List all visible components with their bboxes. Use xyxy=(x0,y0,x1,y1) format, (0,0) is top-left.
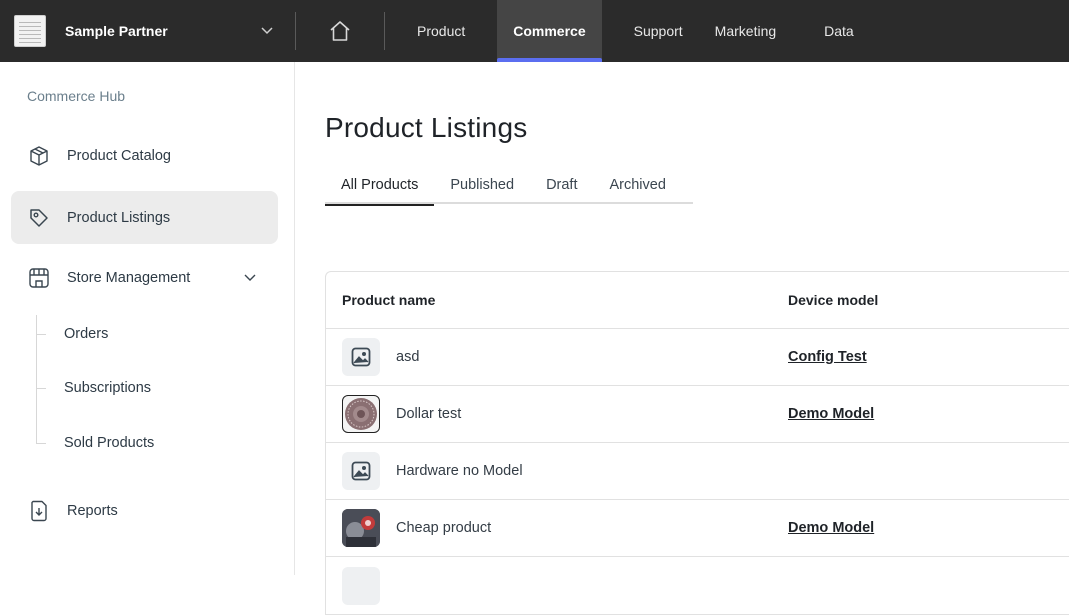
device-model-link[interactable]: Demo Model xyxy=(788,520,874,536)
sidebar: Commerce Hub Product Catalog Product Lis… xyxy=(0,62,295,575)
nav-data[interactable]: Data xyxy=(800,0,870,62)
tab-archived[interactable]: Archived xyxy=(593,177,681,204)
tab-published[interactable]: Published xyxy=(434,177,530,204)
placeholder-image-icon xyxy=(342,452,380,490)
product-thumbnail xyxy=(342,395,380,433)
tab-all-products[interactable]: All Products xyxy=(325,177,435,206)
product-name: Cheap product xyxy=(396,520,492,536)
store-icon xyxy=(27,266,51,290)
box-icon xyxy=(27,144,51,168)
device-model-link[interactable]: Config Test xyxy=(788,349,867,365)
sidebar-subitem-sold-products[interactable]: Sold Products xyxy=(36,433,154,453)
sidebar-item-store-management[interactable]: Store Management xyxy=(11,251,278,304)
page-title: Product Listings xyxy=(325,112,528,143)
table-row[interactable] xyxy=(326,557,1069,614)
report-download-icon xyxy=(27,499,51,523)
tab-draft[interactable]: Draft xyxy=(530,177,593,204)
organization-logo xyxy=(14,15,46,47)
organization-name: Sample Partner xyxy=(65,23,168,39)
chevron-down-icon[interactable] xyxy=(244,271,256,283)
sidebar-item-label: Store Management xyxy=(67,269,191,286)
sidebar-item-label: Reports xyxy=(67,502,118,519)
table-row[interactable]: asd Config Test xyxy=(326,329,1069,386)
device-model-link[interactable]: Demo Model xyxy=(788,406,874,422)
main-nav: Product Commerce Support Marketing Data xyxy=(385,0,870,62)
sidebar-item-reports[interactable]: Reports xyxy=(11,484,278,537)
product-thumbnail xyxy=(342,509,380,547)
sidebar-item-label: Product Catalog xyxy=(67,147,171,164)
listing-tabs: All Products Published Draft Archived xyxy=(325,177,693,206)
sidebar-subitem-label: Sold Products xyxy=(64,435,155,451)
sidebar-item-label: Product Listings xyxy=(67,209,171,226)
sidebar-subitem-subscriptions[interactable]: Subscriptions xyxy=(36,378,151,398)
column-header-product-name[interactable]: Product name xyxy=(326,292,788,308)
placeholder-image-icon xyxy=(342,338,380,376)
sidebar-item-product-listings[interactable]: Product Listings xyxy=(11,191,278,244)
table-row[interactable]: Dollar test Demo Model xyxy=(326,386,1069,443)
column-header-device-model[interactable]: Device model xyxy=(788,292,878,308)
main-content: Product Listings All Products Published … xyxy=(296,62,1069,615)
chevron-down-icon xyxy=(261,27,273,35)
nav-marketing[interactable]: Marketing xyxy=(699,0,800,62)
sidebar-section-title: Commerce Hub xyxy=(27,88,126,104)
top-navigation-bar: Sample Partner Product Commerce Support … xyxy=(0,0,1069,62)
sidebar-item-product-catalog[interactable]: Product Catalog xyxy=(11,129,278,182)
home-icon xyxy=(330,21,350,41)
table-row[interactable]: Hardware no Model xyxy=(326,443,1069,500)
sidebar-subitem-label: Subscriptions xyxy=(64,380,152,396)
product-name: asd xyxy=(396,349,420,365)
nav-support[interactable]: Support xyxy=(602,0,699,62)
sidebar-subitem-label: Orders xyxy=(64,326,109,342)
tag-icon xyxy=(27,206,51,230)
table-header: Product name Device model xyxy=(326,272,1069,329)
nav-product[interactable]: Product xyxy=(385,0,497,62)
home-button[interactable] xyxy=(296,0,384,62)
products-table: Product name Device model asd Config Tes… xyxy=(325,271,1069,615)
organization-switcher[interactable]: Sample Partner xyxy=(0,0,295,62)
product-name: Hardware no Model xyxy=(396,463,523,479)
placeholder-image-icon xyxy=(342,566,380,605)
sidebar-subitem-orders[interactable]: Orders xyxy=(36,324,108,344)
product-name: Dollar test xyxy=(396,406,462,422)
table-row[interactable]: Cheap product Demo Model xyxy=(326,500,1069,557)
nav-commerce[interactable]: Commerce xyxy=(497,0,603,62)
